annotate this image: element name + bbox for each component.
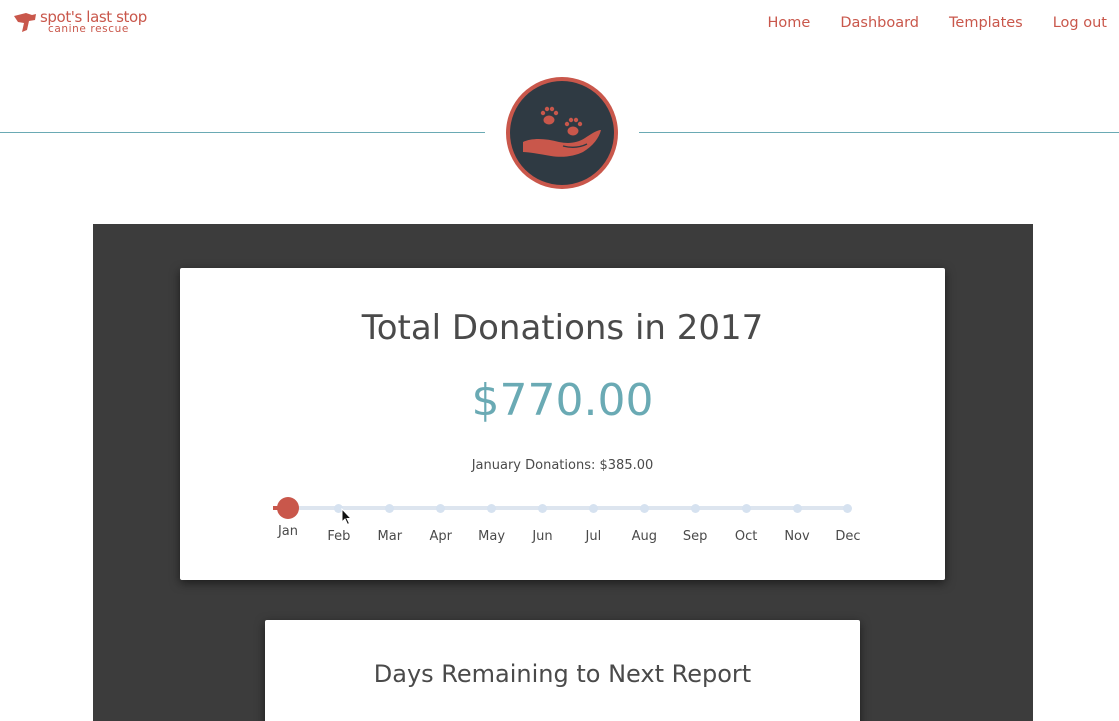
slider-dot[interactable]	[588, 504, 598, 513]
page: spot's last stop canine rescue Home Dash…	[0, 0, 1119, 721]
total-donations-amount: $770.00	[471, 375, 654, 426]
top-nav: Home Dashboard Templates Log out	[738, 15, 1107, 31]
slider-dot[interactable]	[385, 504, 395, 513]
donations-card: Total Donations in 2017 $770.00 January …	[180, 268, 945, 580]
slider-month-label: Jul	[585, 529, 602, 544]
slider-month-label: Jun	[532, 529, 553, 544]
hand-with-paws-icon	[523, 106, 601, 157]
slider-month-label: Dec	[835, 529, 861, 544]
slider-dot[interactable]	[487, 504, 497, 513]
slider-month-label: Jan	[277, 524, 299, 539]
nav-dashboard-link[interactable]: Dashboard	[840, 15, 919, 31]
nav-logout-link[interactable]: Log out	[1053, 15, 1107, 31]
month-slider[interactable]: Jan Feb Mar Apr May Jun Jul Aug Sep Oct Nov Dec	[273, 496, 863, 556]
logo-subtitle: canine rescue	[48, 23, 129, 35]
monthly-donations-line: January Donations: $385.00	[180, 458, 945, 473]
slider-dot[interactable]	[690, 504, 700, 513]
slider-dot[interactable]	[538, 504, 547, 513]
slider-handle[interactable]	[277, 497, 299, 519]
mouse-cursor-icon	[341, 508, 353, 526]
slider-month-label: Mar	[377, 529, 403, 544]
slider-dot[interactable]	[436, 504, 446, 513]
badge-inner	[510, 81, 614, 185]
nav-templates-link[interactable]: Templates	[949, 15, 1023, 31]
report-card: Days Remaining to Next Report	[265, 620, 860, 721]
divider-right	[639, 132, 1119, 133]
report-title: Days Remaining to Next Report	[373, 660, 752, 688]
month-donations-value: $385.00	[599, 458, 654, 473]
slider-month-label: Apr	[429, 529, 452, 544]
nav-home-link[interactable]: Home	[768, 15, 811, 31]
slider-month-label: Aug	[631, 529, 657, 544]
slider-month-label: Nov	[784, 529, 810, 544]
divider-left	[0, 132, 485, 133]
slider-dot[interactable]	[741, 504, 751, 513]
slider-dot[interactable]	[792, 504, 802, 513]
slider-month-label: May	[478, 529, 506, 544]
slider-month-label: Sep	[682, 529, 708, 544]
month-donations-label: January Donations:	[471, 458, 596, 473]
slider-month-label: Oct	[734, 529, 758, 544]
rescue-badge	[506, 77, 618, 189]
slider-dot[interactable]	[639, 504, 649, 513]
site-logo[interactable]: spot's last stop canine rescue	[12, 10, 152, 40]
logo-text: spot's last stop canine rescue	[40, 10, 147, 35]
dog-logo-icon	[14, 13, 36, 32]
slider-month-label: Feb	[327, 529, 351, 544]
donations-title: Total Donations in 2017	[361, 308, 764, 348]
slider-month-dec[interactable]: Dec	[818, 504, 878, 558]
slider-dot[interactable]	[843, 504, 853, 513]
